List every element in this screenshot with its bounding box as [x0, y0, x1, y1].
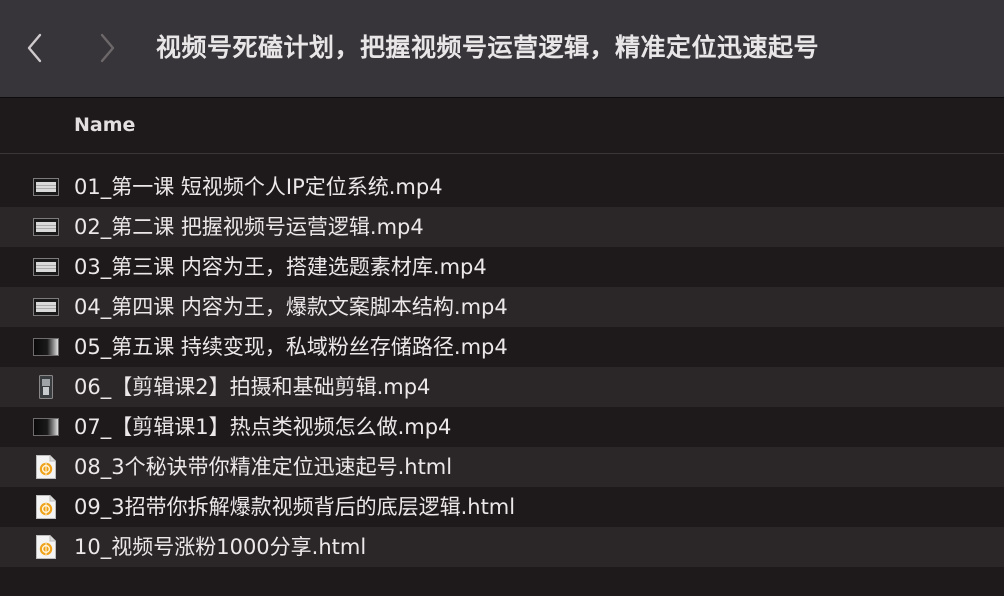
video-file-icon — [32, 215, 60, 239]
file-row[interactable]: 09_3招带你拆解爆款视频背后的底层逻辑.html — [0, 487, 1004, 527]
html-file-icon — [32, 495, 60, 519]
file-name: 09_3招带你拆解爆款视频背后的底层逻辑.html — [74, 495, 516, 519]
file-name: 01_第一课 短视频个人IP定位系统.mp4 — [74, 175, 443, 199]
chevron-left-icon — [27, 33, 42, 63]
video-file-icon — [32, 375, 60, 399]
file-row[interactable]: 07_【剪辑课1】热点类视频怎么做.mp4 — [0, 407, 1004, 447]
file-name: 08_3个秘诀带你精准定位迅速起号.html — [74, 455, 453, 479]
name-column-header[interactable]: Name — [74, 114, 135, 136]
file-rows: 01_第一课 短视频个人IP定位系统.mp4 02_第二课 把握视频号运营逻辑.m… — [0, 167, 1004, 567]
file-row[interactable]: 04_第四课 内容为王，爆款文案脚本结构.mp4 — [0, 287, 1004, 327]
file-row[interactable]: 02_第二课 把握视频号运营逻辑.mp4 — [0, 207, 1004, 247]
column-header: Name — [0, 98, 1004, 154]
file-row[interactable]: 08_3个秘诀带你精准定位迅速起号.html — [0, 447, 1004, 487]
video-file-icon — [32, 175, 60, 199]
video-file-icon — [32, 335, 60, 359]
file-name: 06_【剪辑课2】拍摄和基础剪辑.mp4 — [74, 375, 431, 399]
video-file-icon — [32, 255, 60, 279]
file-name: 02_第二课 把握视频号运营逻辑.mp4 — [74, 215, 424, 239]
file-name: 05_第五课 持续变现，私域粉丝存储路径.mp4 — [74, 335, 508, 359]
file-name: 04_第四课 内容为王，爆款文案脚本结构.mp4 — [74, 295, 508, 319]
video-file-icon — [32, 295, 60, 319]
back-button[interactable] — [20, 28, 50, 68]
video-file-icon — [32, 415, 60, 439]
html-file-icon — [32, 535, 60, 559]
forward-button[interactable] — [92, 28, 122, 68]
html-file-icon — [32, 455, 60, 479]
file-name: 07_【剪辑课1】热点类视频怎么做.mp4 — [74, 415, 452, 439]
chevron-right-icon — [100, 33, 115, 63]
file-name: 03_第三课 内容为王，搭建选题素材库.mp4 — [74, 255, 487, 279]
window-titlebar: 视频号死磕计划，把握视频号运营逻辑，精准定位迅速起号 — [0, 0, 1004, 98]
file-list: Name 01_第一课 短视频个人IP定位系统.mp4 02_第二课 把握视频号运… — [0, 98, 1004, 596]
file-row[interactable]: 06_【剪辑课2】拍摄和基础剪辑.mp4 — [0, 367, 1004, 407]
file-row[interactable]: 03_第三课 内容为王，搭建选题素材库.mp4 — [0, 247, 1004, 287]
file-row[interactable]: 01_第一课 短视频个人IP定位系统.mp4 — [0, 167, 1004, 207]
file-row[interactable]: 05_第五课 持续变现，私域粉丝存储路径.mp4 — [0, 327, 1004, 367]
file-name: 10_视频号涨粉1000分享.html — [74, 535, 367, 559]
window-title: 视频号死磕计划，把握视频号运营逻辑，精准定位迅速起号 — [156, 33, 820, 62]
file-row[interactable]: 10_视频号涨粉1000分享.html — [0, 527, 1004, 567]
